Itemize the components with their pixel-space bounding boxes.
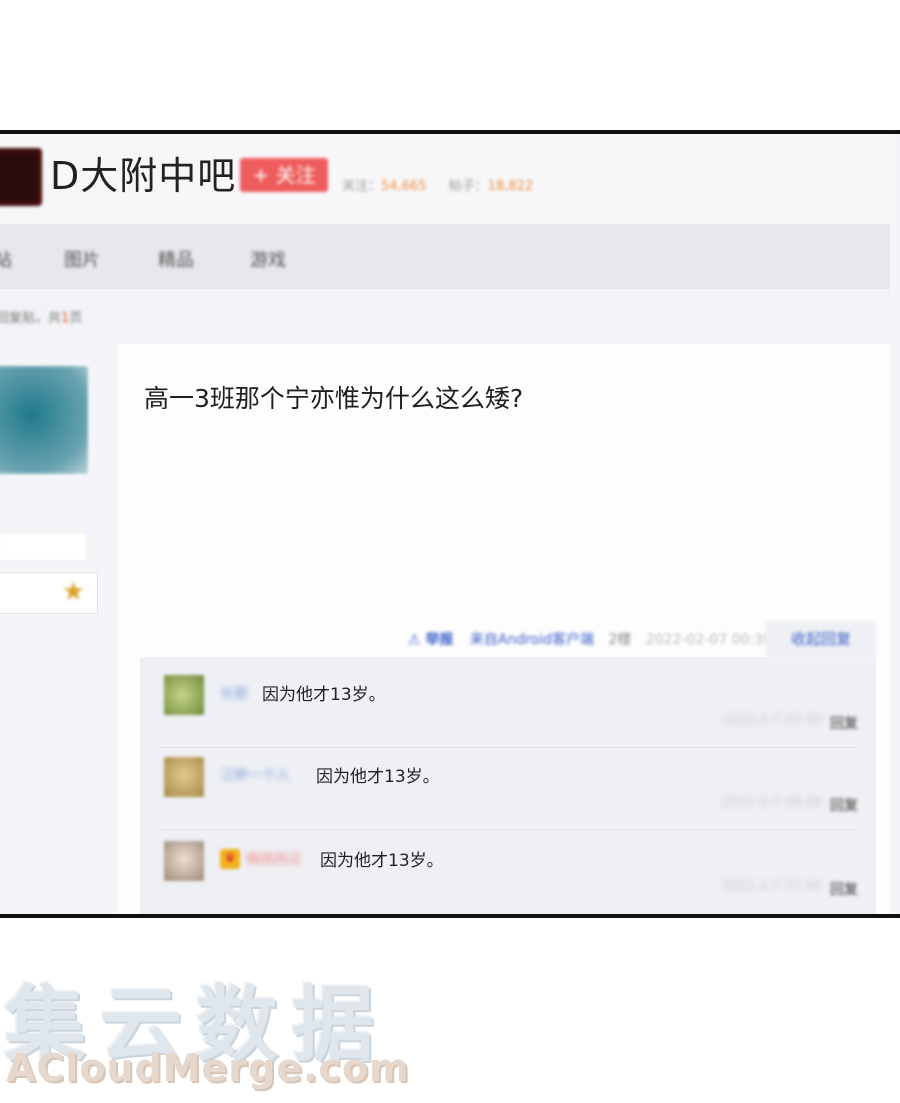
forum-nav: 站 图片 精品 游戏 <box>0 224 890 289</box>
post-count: 18,822 <box>487 179 534 194</box>
reply-list: 长歌 因为他才13岁。 2022-2-7 07:30 回复 江畔一个人 因为他才… <box>140 657 876 914</box>
star-badge-icon: ★ <box>61 577 85 607</box>
reply-button[interactable]: 回复 <box>830 713 858 733</box>
post-count-label: 帖子： <box>448 179 488 194</box>
reply-page-info: 回复贴，共1页 <box>0 311 83 326</box>
nav-tab-home[interactable]: 站 <box>0 246 12 272</box>
watermark-logo-en: ACloudMerge.com <box>6 1046 410 1090</box>
author-avatar[interactable] <box>0 364 90 476</box>
reply-button[interactable]: 回复 <box>830 795 858 815</box>
reply-text: 因为他才13岁。 <box>316 767 440 787</box>
nav-tab-images[interactable]: 图片 <box>64 246 100 272</box>
follow-count-label: 关注： <box>342 179 382 194</box>
reply-avatar[interactable] <box>164 841 204 881</box>
client-source: 来自Android客户端 <box>469 632 595 648</box>
post-date: 2022-02-07 00:39 <box>645 632 773 648</box>
author-level-box: I <box>0 532 88 562</box>
nav-tab-featured[interactable]: 精品 <box>158 246 194 272</box>
reply-text: 因为他才13岁。 <box>262 685 386 705</box>
forum-header: D大附中吧 + 关注 关注：54,665 帖子：18,822 <box>0 134 895 224</box>
post-content: 高一3班那个宁亦惟为什么这么矮? ⚠ 举报 来自Android客户端 2楼 20… <box>118 344 890 914</box>
floor-number: 2楼 <box>608 632 632 648</box>
author-sidebar: I ★ <box>0 344 115 914</box>
reply-username[interactable]: 江畔一个人 <box>220 765 290 785</box>
forum-logo <box>0 148 42 206</box>
reply-username[interactable]: 长歌 <box>220 683 248 703</box>
reply-text: 因为他才13岁。 <box>320 851 444 871</box>
reply-username[interactable]: 梅雨西瓜 <box>246 849 302 869</box>
follow-count: 54,665 <box>381 179 427 194</box>
reply-time: 2022-2-7 08:28 <box>721 795 822 810</box>
reply-avatar[interactable] <box>164 757 204 797</box>
vip-badge-icon: ♛ <box>220 849 240 869</box>
author-badge-box: ★ <box>0 572 98 614</box>
forum-page-panel: D大附中吧 + 关注 关注：54,665 帖子：18,822 站 图片 精品 游… <box>0 130 900 918</box>
reply-time: 2022-2-7 07:30 <box>721 713 822 728</box>
follow-button[interactable]: + 关注 <box>240 158 328 192</box>
reply-time: 2022-2-7 07:45 <box>721 879 822 894</box>
thread-info-bar: 回复贴，共1页 <box>0 289 890 344</box>
forum-stats: 关注：54,665 帖子：18,822 <box>342 175 551 194</box>
list-item: 江畔一个人 因为他才13岁。 2022-2-7 08:28 回复 <box>158 749 858 830</box>
list-item: 长歌 因为他才13岁。 2022-2-7 07:30 回复 <box>158 667 858 748</box>
report-link[interactable]: ⚠ 举报 <box>408 632 453 648</box>
reply-avatar[interactable] <box>164 675 204 715</box>
collapse-replies-button[interactable]: 收起回复 <box>766 621 876 657</box>
nav-tab-games[interactable]: 游戏 <box>250 246 286 272</box>
forum-name: D大附中吧 <box>50 154 237 198</box>
list-item: ♛ 梅雨西瓜 因为他才13岁。 2022-2-7 07:45 回复 <box>158 833 858 913</box>
reply-button[interactable]: 回复 <box>830 879 858 899</box>
post-title: 高一3班那个宁亦惟为什么这么矮? <box>144 384 524 413</box>
post-meta: ⚠ 举报 来自Android客户端 2楼 2022-02-07 00:39 <box>408 629 772 649</box>
